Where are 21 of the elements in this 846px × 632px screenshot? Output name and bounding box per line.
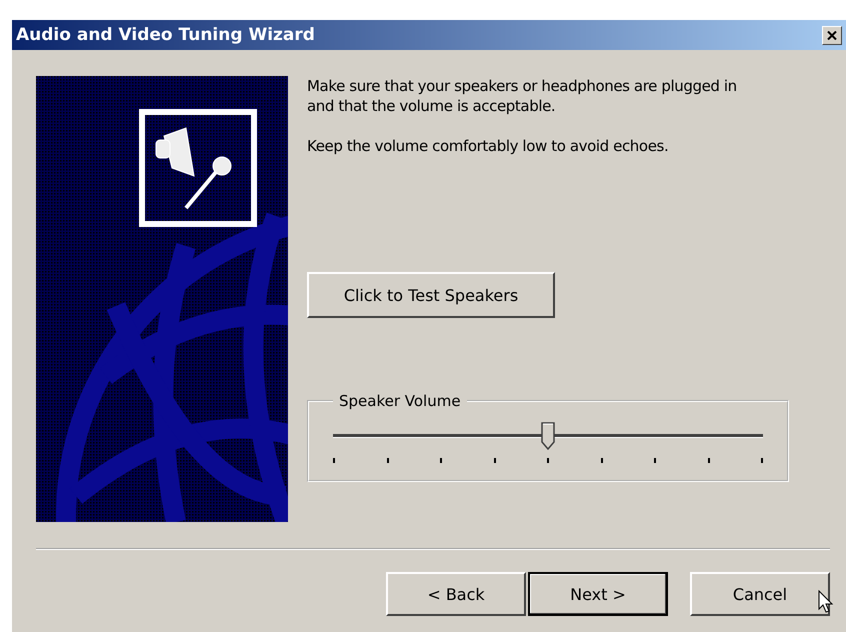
wizard-button[interactable]: Next > bbox=[528, 572, 668, 616]
tick-mark bbox=[547, 458, 549, 463]
group-label: Speaker Volume bbox=[338, 392, 462, 410]
mouse-pointer-icon bbox=[818, 590, 834, 614]
window-title: Audio and Video Tuning Wizard bbox=[16, 25, 315, 45]
instruction-text: Keep the volume comfortably low to avoid echoes. bbox=[307, 136, 670, 156]
tick-mark bbox=[708, 458, 710, 463]
wizard-button[interactable]: < Back bbox=[386, 572, 526, 616]
slider-thumb[interactable] bbox=[541, 422, 555, 450]
tick-mark bbox=[761, 458, 763, 463]
test-speakers-button[interactable]: Click to Test Speakers bbox=[307, 272, 555, 318]
instruction-text: Make sure that your speakers or headphones are plugged in and that the volume is acceptable. bbox=[307, 76, 738, 116]
close-button[interactable] bbox=[822, 26, 842, 44]
tick-mark bbox=[386, 458, 388, 463]
tick-mark bbox=[494, 458, 496, 463]
close-icon bbox=[827, 30, 837, 40]
tick-mark bbox=[333, 458, 335, 463]
tick-mark bbox=[654, 458, 656, 463]
tick-mark bbox=[440, 458, 442, 463]
wizard-button[interactable]: Cancel bbox=[690, 572, 830, 616]
tick-mark bbox=[600, 458, 602, 463]
